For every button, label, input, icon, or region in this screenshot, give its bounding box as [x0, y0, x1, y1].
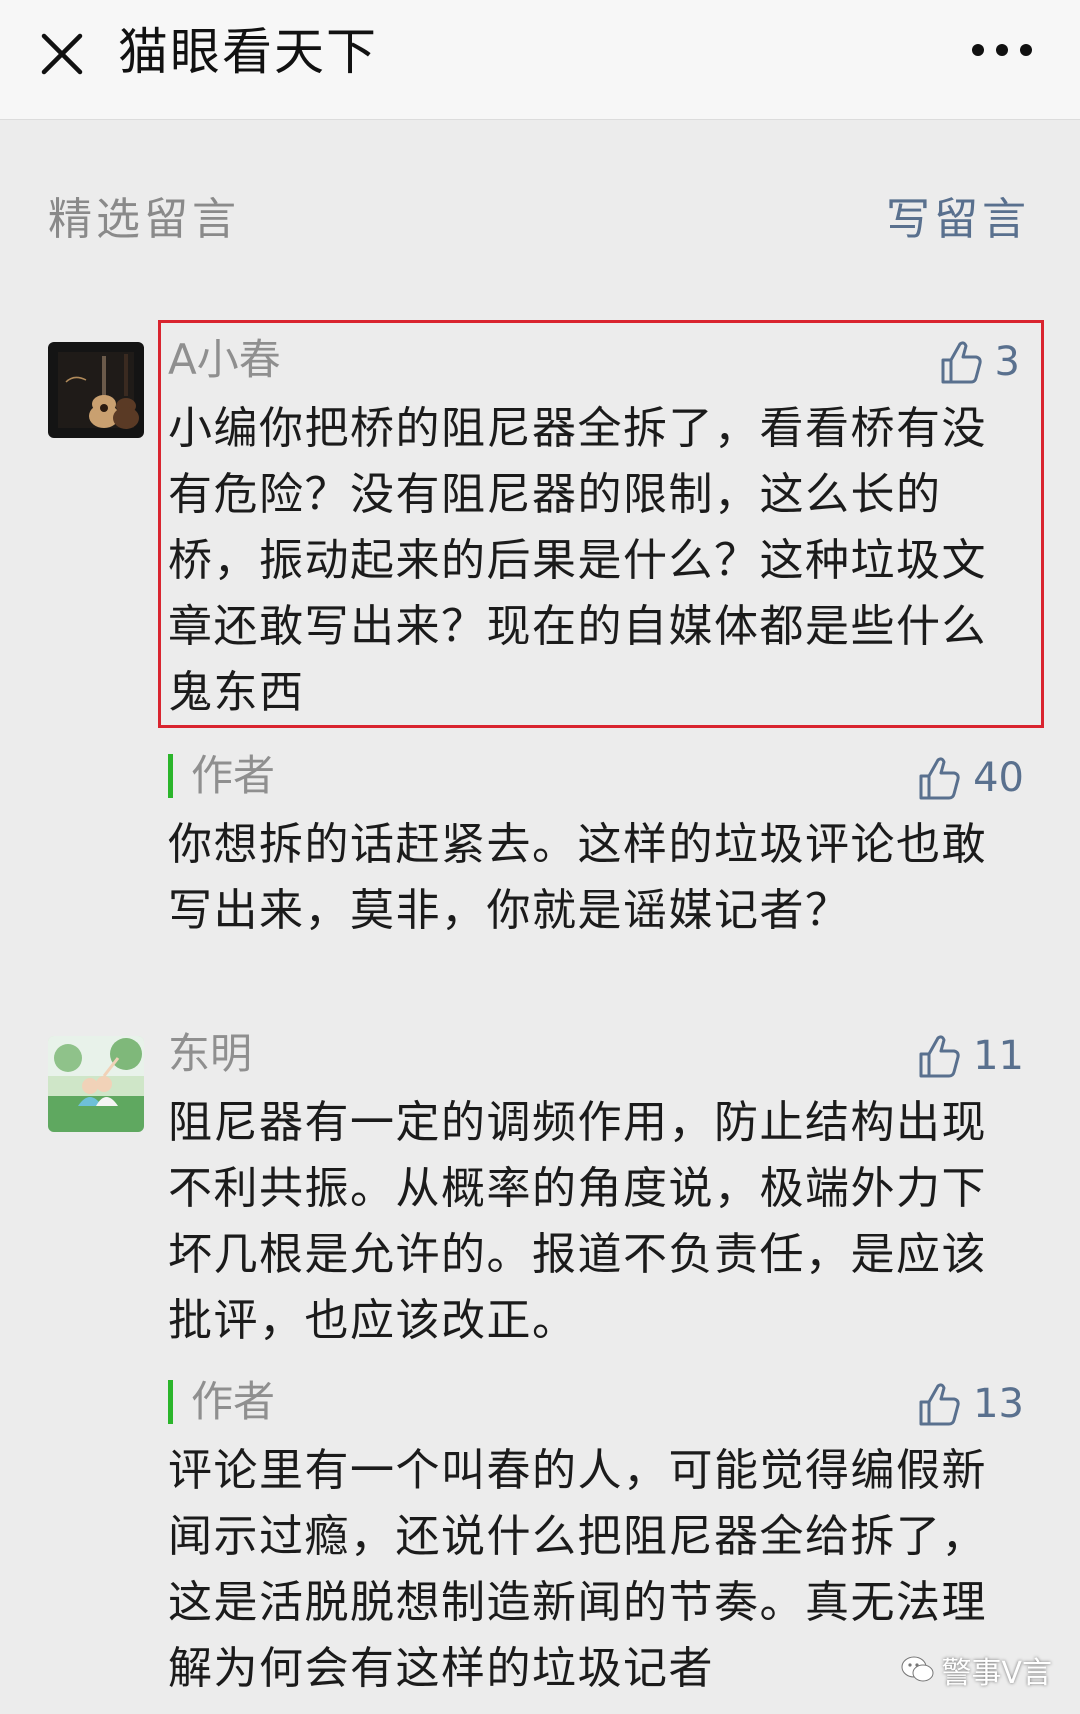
like-button[interactable]: 40 [915, 750, 1024, 806]
like-count: 13 [973, 1381, 1024, 1427]
write-comment-link[interactable]: 写留言 [886, 190, 1030, 250]
watermark-text: 警事V言 [941, 1656, 1052, 1691]
author-reply-text: 你想拆的话赶紧去。这样的垃圾评论也敢写出来，莫非，你就是谣媒记者？ [168, 819, 987, 936]
featured-comments-label: 精选留言 [48, 194, 240, 245]
like-count: 3 [994, 339, 1020, 385]
like-count: 40 [973, 755, 1024, 801]
author-reply-tag: 作者 [168, 1374, 275, 1430]
comment-text: 阻尼器有一定的调频作用，防止结构出现不利共振。从概率的角度说，极端外力下坏几根是… [168, 1097, 987, 1346]
page-title: 猫眼看天下 [118, 23, 378, 81]
comment-author-name[interactable]: A小春 [168, 332, 281, 388]
like-count: 11 [973, 1033, 1024, 1079]
reply-accent-bar [168, 1380, 173, 1424]
wechat-icon [901, 1656, 934, 1682]
more-button[interactable] [962, 22, 1042, 78]
nav-bar: 猫眼看天下 [0, 0, 1080, 120]
like-button[interactable]: 3 [937, 334, 1020, 390]
couple-avatar-image [48, 1036, 144, 1132]
like-button[interactable]: 11 [915, 1028, 1024, 1084]
close-button[interactable] [30, 22, 94, 86]
thumbs-up-icon [941, 341, 982, 384]
guitar-avatar-image [48, 342, 144, 438]
avatar[interactable] [48, 1036, 144, 1132]
reply-accent-bar [168, 754, 173, 798]
like-button[interactable]: 13 [915, 1376, 1024, 1432]
comment-author-name[interactable]: 东明 [168, 1026, 252, 1082]
thumbs-up-icon [919, 1035, 960, 1078]
avatar[interactable] [48, 342, 144, 438]
thumbs-up-icon [919, 757, 960, 800]
author-reply-tag: 作者 [168, 748, 275, 804]
author-reply-label: 作者 [191, 1377, 276, 1426]
author-reply-text: 评论里有一个叫春的人，可能觉得编假新闻示过瘾，还说什么把阻尼器全给拆了，这是活脱… [168, 1445, 987, 1694]
author-reply-label: 作者 [191, 751, 276, 800]
thumbs-up-icon [919, 1383, 960, 1426]
watermark: 警事V言 [901, 1648, 1052, 1692]
more-icon [972, 44, 1032, 56]
close-icon [41, 33, 83, 75]
comment-text: 小编你把桥的阻尼器全拆了，看看桥有没有危险？没有阻尼器的限制，这么长的桥，振动起… [168, 403, 987, 718]
